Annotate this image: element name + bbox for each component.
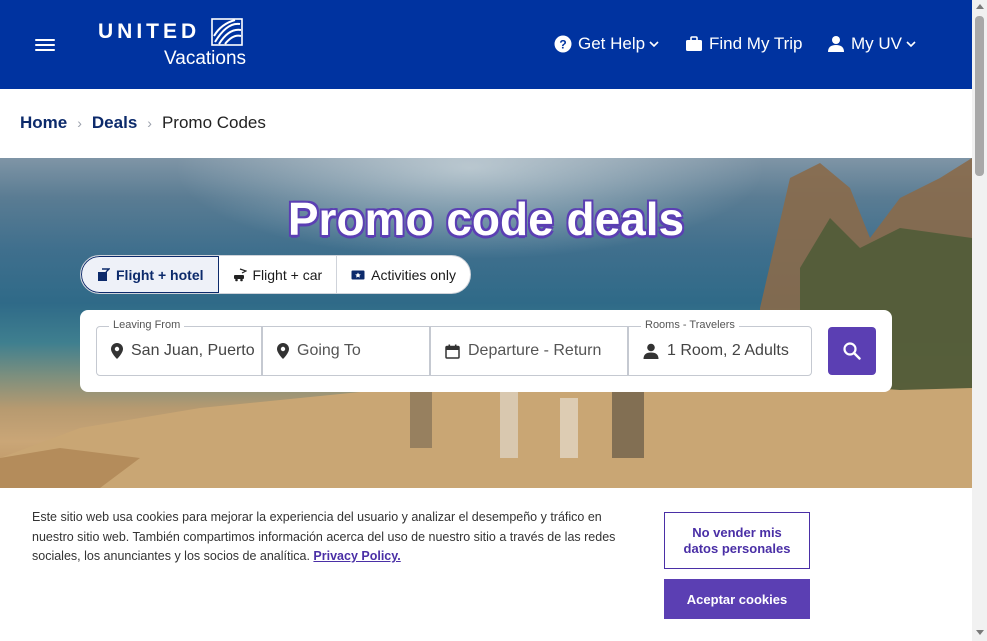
chevron-down-icon [649, 41, 659, 48]
menu-icon[interactable] [35, 37, 55, 53]
person-icon [643, 343, 659, 359]
location-pin-icon [277, 343, 289, 359]
tab-activities[interactable]: Activities only [337, 256, 470, 293]
user-icon [828, 36, 844, 52]
calendar-icon [445, 344, 460, 359]
search-button[interactable] [828, 327, 876, 375]
leaving-from-label: Leaving From [109, 319, 185, 331]
svg-text:?: ? [559, 38, 566, 52]
globe-icon [211, 18, 243, 46]
do-not-sell-button[interactable]: No vender mis datos personales [664, 512, 810, 569]
chevron-right-icon: › [147, 115, 152, 131]
tab-flight-car-label: Flight + car [252, 266, 323, 283]
scroll-thumb[interactable] [975, 16, 984, 176]
find-my-trip-link[interactable]: Find My Trip [685, 32, 803, 56]
dates-field[interactable]: Departure - Return [430, 326, 628, 376]
location-pin-icon [111, 343, 123, 359]
chevron-down-icon [906, 41, 916, 48]
trip-type-tabs: Flight + hotel Flight + car Activities o… [80, 255, 471, 294]
dates-placeholder: Departure - Return [468, 342, 602, 359]
tab-flight-car[interactable]: Flight + car [219, 256, 338, 293]
united-vacations-logo[interactable]: UNITED Vacations [98, 18, 248, 72]
hero-title: Promo code deals [287, 193, 685, 245]
breadcrumb-current: Promo Codes [161, 113, 266, 132]
breadcrumb-deals[interactable]: Deals [92, 113, 137, 133]
privacy-policy-link[interactable]: Privacy Policy. [313, 549, 400, 563]
rooms-travelers-label: Rooms - Travelers [641, 319, 739, 331]
my-uv-menu[interactable]: My UV [827, 32, 916, 56]
logo-wordmark: UNITED [98, 20, 201, 43]
scroll-down-icon[interactable] [976, 630, 984, 635]
leaving-from-value: San Juan, Puerto [131, 342, 255, 359]
breadcrumb-home[interactable]: Home [20, 113, 67, 133]
page-scrollbar[interactable] [972, 0, 987, 641]
find-my-trip-label: Find My Trip [709, 34, 803, 53]
get-help-menu[interactable]: ? Get Help [554, 32, 659, 56]
page: UNITED Vacations ? Get Help Find My Trip… [0, 0, 987, 641]
leaving-from-field[interactable]: Leaving From San Juan, Puerto [96, 319, 262, 376]
tab-flight-hotel-label: Flight + hotel [116, 266, 204, 283]
ticket-icon [351, 270, 365, 279]
rooms-travelers-value: 1 Room, 2 Adults [667, 342, 789, 359]
scroll-up-icon[interactable] [976, 4, 984, 9]
breadcrumb: Home › Deals › Promo Codes [20, 112, 266, 134]
tab-activities-label: Activities only [371, 266, 456, 283]
cookie-banner: Este sitio web usa cookies para mejorar … [0, 488, 972, 641]
search-icon [843, 342, 861, 360]
tab-flight-hotel[interactable]: Flight + hotel [81, 256, 219, 293]
logo-subtitle: Vacations [164, 48, 247, 69]
site-header: UNITED Vacations ? Get Help Find My Trip… [0, 0, 972, 89]
rooms-travelers-field[interactable]: Rooms - Travelers 1 Room, 2 Adults [628, 319, 812, 376]
my-uv-label: My UV [851, 34, 902, 53]
briefcase-icon [686, 36, 702, 51]
get-help-label: Get Help [578, 34, 646, 53]
chevron-right-icon: › [77, 115, 82, 131]
going-to-placeholder: Going To [297, 342, 361, 359]
help-icon: ? [554, 35, 572, 53]
cookie-message: Este sitio web usa cookies para mejorar … [32, 508, 642, 567]
search-form: Leaving From San Juan, Puerto Going To D… [80, 310, 892, 392]
flight-hotel-icon [98, 267, 110, 281]
hero-banner: Promo code deals Flight + hotel Flight +… [0, 158, 972, 488]
flight-car-icon [233, 267, 247, 281]
going-to-field[interactable]: Going To [262, 326, 430, 376]
accept-cookies-button[interactable]: Aceptar cookies [664, 579, 810, 619]
